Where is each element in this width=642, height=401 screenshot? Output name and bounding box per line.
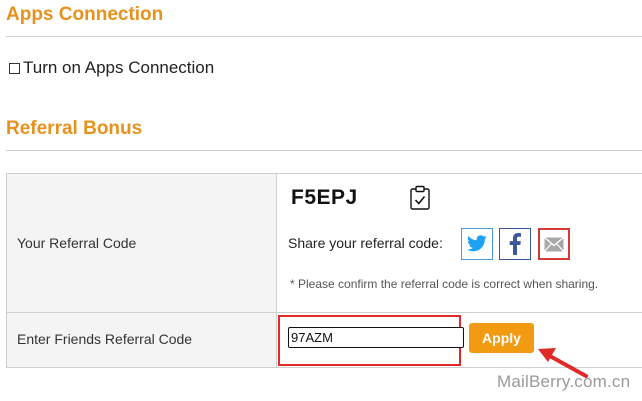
section-divider xyxy=(6,150,642,151)
friend-referral-code-label: Enter Friends Referral Code xyxy=(17,331,193,347)
row-divider xyxy=(6,312,642,313)
your-referral-code-label: Your Referral Code xyxy=(17,235,137,251)
apps-connection-label: Turn on Apps Connection xyxy=(23,58,215,77)
clipboard-copy-icon[interactable] xyxy=(408,185,432,211)
apps-connection-title: Apps Connection xyxy=(6,4,164,25)
share-twitter-button[interactable] xyxy=(461,228,493,260)
share-note: * Please confirm the referral code is co… xyxy=(290,277,599,291)
email-icon xyxy=(544,236,564,252)
facebook-icon xyxy=(509,233,521,255)
twitter-icon xyxy=(467,235,487,252)
watermark: MailBerry.com.cn xyxy=(497,372,631,391)
referral-code: F5EPJ xyxy=(291,186,358,209)
share-facebook-button[interactable] xyxy=(499,228,531,260)
apply-button[interactable]: Apply xyxy=(469,323,534,353)
apps-connection-checkbox[interactable] xyxy=(9,62,20,74)
section-divider xyxy=(6,36,642,37)
share-label: Share your referral code: xyxy=(288,235,443,251)
share-email-button[interactable] xyxy=(538,228,570,260)
friend-referral-code-input[interactable] xyxy=(288,327,464,348)
referral-bonus-title: Referral Bonus xyxy=(6,118,143,139)
apps-connection-toggle[interactable]: Turn on Apps Connection xyxy=(9,58,214,78)
page: Apps Connection Turn on Apps Connection … xyxy=(0,0,642,401)
